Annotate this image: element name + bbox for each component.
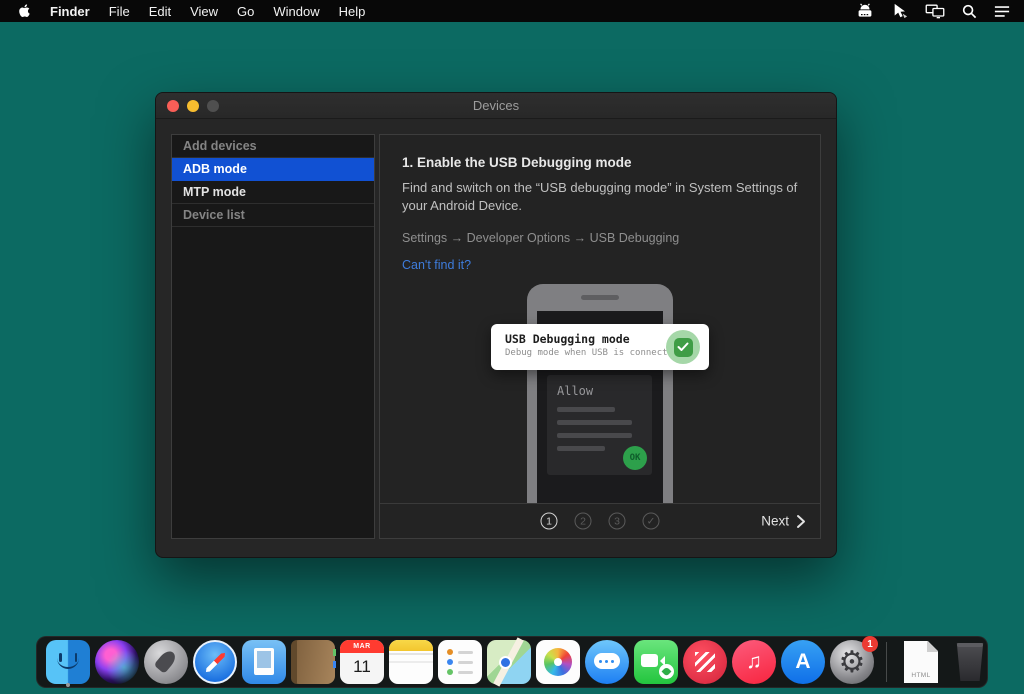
sidebar-item-adb-mode[interactable]: ADB mode [172, 158, 374, 181]
apple-menu-icon[interactable] [18, 4, 31, 19]
next-button-label: Next [761, 514, 789, 529]
dock-item-system-preferences[interactable]: ⚙ 1 [830, 640, 874, 684]
desktop: Finder File Edit View Go Window Help [0, 0, 1024, 694]
menu-item-window[interactable]: Window [273, 4, 319, 19]
dock-item-contacts[interactable] [291, 640, 335, 684]
step-indicator: 1 2 3 ✓ [541, 513, 660, 530]
settings-breadcrumb: Settings → Developer Options → USB Debug… [402, 231, 798, 245]
pointer-icon[interactable] [892, 3, 908, 19]
menu-list-icon[interactable] [994, 5, 1010, 18]
contacts-icon [291, 640, 335, 684]
launchpad-icon [144, 640, 188, 684]
allow-dialog-title: Allow [557, 384, 642, 398]
window-titlebar[interactable]: Devices [156, 93, 836, 119]
skeleton-line [557, 433, 632, 438]
green-checkbox-icon [666, 330, 700, 364]
dock-item-facetime[interactable] [634, 640, 678, 684]
notes-icon [389, 640, 433, 684]
menu-item-view[interactable]: View [190, 4, 218, 19]
html-file-icon: HTML [904, 641, 938, 683]
skeleton-line [557, 420, 632, 425]
dock-item-finder[interactable] [46, 640, 90, 684]
siri-icon [95, 640, 139, 684]
photos-icon [536, 640, 580, 684]
menu-item-edit[interactable]: Edit [149, 4, 171, 19]
displays-icon[interactable] [925, 3, 945, 19]
ok-button: OK [623, 446, 647, 470]
dock-item-photos[interactable] [536, 640, 580, 684]
sidebar-item-mtp-mode[interactable]: MTP mode [172, 181, 374, 204]
maps-icon [487, 640, 531, 684]
sidebar: Add devices ADB mode MTP mode Device lis… [171, 134, 375, 539]
html-file-label: HTML [904, 672, 938, 679]
menu-item-go[interactable]: Go [237, 4, 254, 19]
music-icon: ♫ [732, 640, 776, 684]
dock-item-app-store[interactable]: A [781, 640, 825, 684]
traffic-lights [167, 100, 219, 112]
android-device-icon[interactable] [855, 3, 875, 19]
step-1: 1 [541, 513, 558, 530]
cant-find-it-link[interactable]: Can't find it? [402, 258, 798, 272]
step-3: 3 [609, 513, 626, 530]
reminders-icon [438, 640, 482, 684]
step-heading: 1. Enable the USB Debugging mode [402, 155, 798, 170]
mail-icon [242, 640, 286, 684]
chevron-right-icon [796, 514, 806, 528]
dock-item-html-file[interactable]: HTML [899, 640, 943, 684]
calendar-month: MAR [340, 640, 384, 653]
window-title: Devices [473, 98, 519, 113]
calendar-icon: MAR 11 [340, 640, 384, 684]
dock-item-siri[interactable] [95, 640, 139, 684]
dock-item-safari[interactable] [193, 640, 237, 684]
news-icon [683, 640, 727, 684]
step-description: Find and switch on the “USB debugging mo… [402, 179, 798, 215]
dock-item-calendar[interactable]: MAR 11 [340, 640, 384, 684]
safari-icon [193, 640, 237, 684]
facetime-icon [634, 640, 678, 684]
devices-window: Devices Add devices ADB mode MTP mode De… [155, 92, 837, 558]
dock-divider [886, 642, 887, 682]
menu-bar: Finder File Edit View Go Window Help [0, 0, 1024, 22]
menu-app-name[interactable]: Finder [50, 4, 90, 19]
dock-item-mail[interactable] [242, 640, 286, 684]
step-2: 2 [575, 513, 592, 530]
sidebar-item-device-list[interactable]: Device list [172, 204, 374, 227]
notification-badge: 1 [862, 636, 878, 652]
dock-item-launchpad[interactable] [144, 640, 188, 684]
app-store-icon: A [781, 640, 825, 684]
skeleton-line [557, 407, 615, 412]
next-button[interactable]: Next [761, 514, 806, 529]
dock: MAR 11 ♫ A ⚙ 1 HTML [36, 636, 988, 688]
menu-item-file[interactable]: File [109, 4, 130, 19]
usb-debugging-tooltip: USB Debugging mode Debug mode when USB i… [491, 324, 709, 370]
calendar-day: 11 [340, 653, 384, 681]
skeleton-line [557, 446, 605, 451]
finder-icon [46, 640, 90, 684]
dock-item-notes[interactable] [389, 640, 433, 684]
running-indicator [66, 683, 70, 687]
trash-icon [955, 643, 985, 681]
sidebar-item-add-devices[interactable]: Add devices [172, 135, 374, 158]
main-panel: 1. Enable the USB Debugging mode Find an… [379, 134, 821, 539]
dock-item-messages[interactable] [585, 640, 629, 684]
dock-item-news[interactable] [683, 640, 727, 684]
close-button[interactable] [167, 100, 179, 112]
wizard-footer: 1 2 3 ✓ Next [380, 503, 820, 538]
step-done: ✓ [643, 513, 660, 530]
menu-item-help[interactable]: Help [339, 4, 366, 19]
dock-item-reminders[interactable] [438, 640, 482, 684]
allow-dialog: Allow OK [547, 375, 652, 475]
dock-item-music[interactable]: ♫ [732, 640, 776, 684]
phone-speaker [581, 295, 619, 300]
phone-illustration: Allow OK [527, 284, 673, 503]
zoom-button [207, 100, 219, 112]
minimize-button[interactable] [187, 100, 199, 112]
messages-icon [585, 640, 629, 684]
dock-item-trash[interactable] [948, 640, 992, 684]
dock-item-maps[interactable] [487, 640, 531, 684]
search-icon[interactable] [962, 4, 977, 19]
